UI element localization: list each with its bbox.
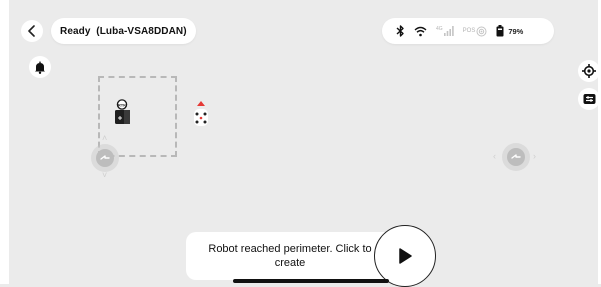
battery-status: 79% <box>496 25 523 37</box>
rtk-station-icon: RTK <box>115 99 130 124</box>
map-layers-button[interactable] <box>578 88 600 110</box>
toast-line-1: Robot reached perimeter. Click to <box>208 243 372 255</box>
connection-status-bar: 4G POS 79% <box>382 18 554 44</box>
bell-icon <box>35 61 45 74</box>
chevron-left-icon <box>28 25 35 37</box>
rtk-pos-icon: POS <box>463 26 488 37</box>
joystick-arrow-icon <box>100 155 110 160</box>
perimeter-toast[interactable]: Robot reached perimeter. Click to create <box>186 232 394 280</box>
charging-station-marker: RTK <box>113 99 133 130</box>
right-joystick[interactable] <box>507 148 525 166</box>
crosshair-icon <box>582 64 596 78</box>
play-button[interactable] <box>374 225 436 287</box>
device-status-label: Ready (Luba-VSA8DDAN) <box>60 25 187 37</box>
station-label: RTK <box>118 102 126 107</box>
left-frame <box>0 0 9 284</box>
left-joystick[interactable] <box>96 149 114 167</box>
cellular-4g-icon: 4G <box>436 26 454 36</box>
battery-icon <box>496 25 504 37</box>
network-label: 4G <box>436 26 443 32</box>
pos-label: POS <box>462 28 476 34</box>
joystick-arrow-icon <box>511 154 521 159</box>
locate-button[interactable] <box>578 60 600 82</box>
play-icon <box>399 248 412 264</box>
battery-percent: 79% <box>508 26 524 36</box>
notifications-button[interactable] <box>29 56 51 78</box>
robot-mower-marker <box>192 100 210 133</box>
joystick-up-chevron: ˄ <box>102 133 108 143</box>
joystick-right-chevron: › <box>533 151 536 161</box>
device-status-title: Ready (Luba-VSA8DDAN) <box>51 18 196 44</box>
joystick-left-chevron: ‹ <box>493 151 496 161</box>
toast-line-2: create <box>274 257 306 269</box>
back-button[interactable] <box>21 20 43 42</box>
map-layers-icon <box>583 94 595 104</box>
robot-icon <box>194 101 208 126</box>
bluetooth-icon <box>396 25 404 37</box>
joystick-down-chevron: ˅ <box>102 170 108 180</box>
wifi-icon <box>414 26 427 36</box>
home-indicator <box>233 279 389 283</box>
